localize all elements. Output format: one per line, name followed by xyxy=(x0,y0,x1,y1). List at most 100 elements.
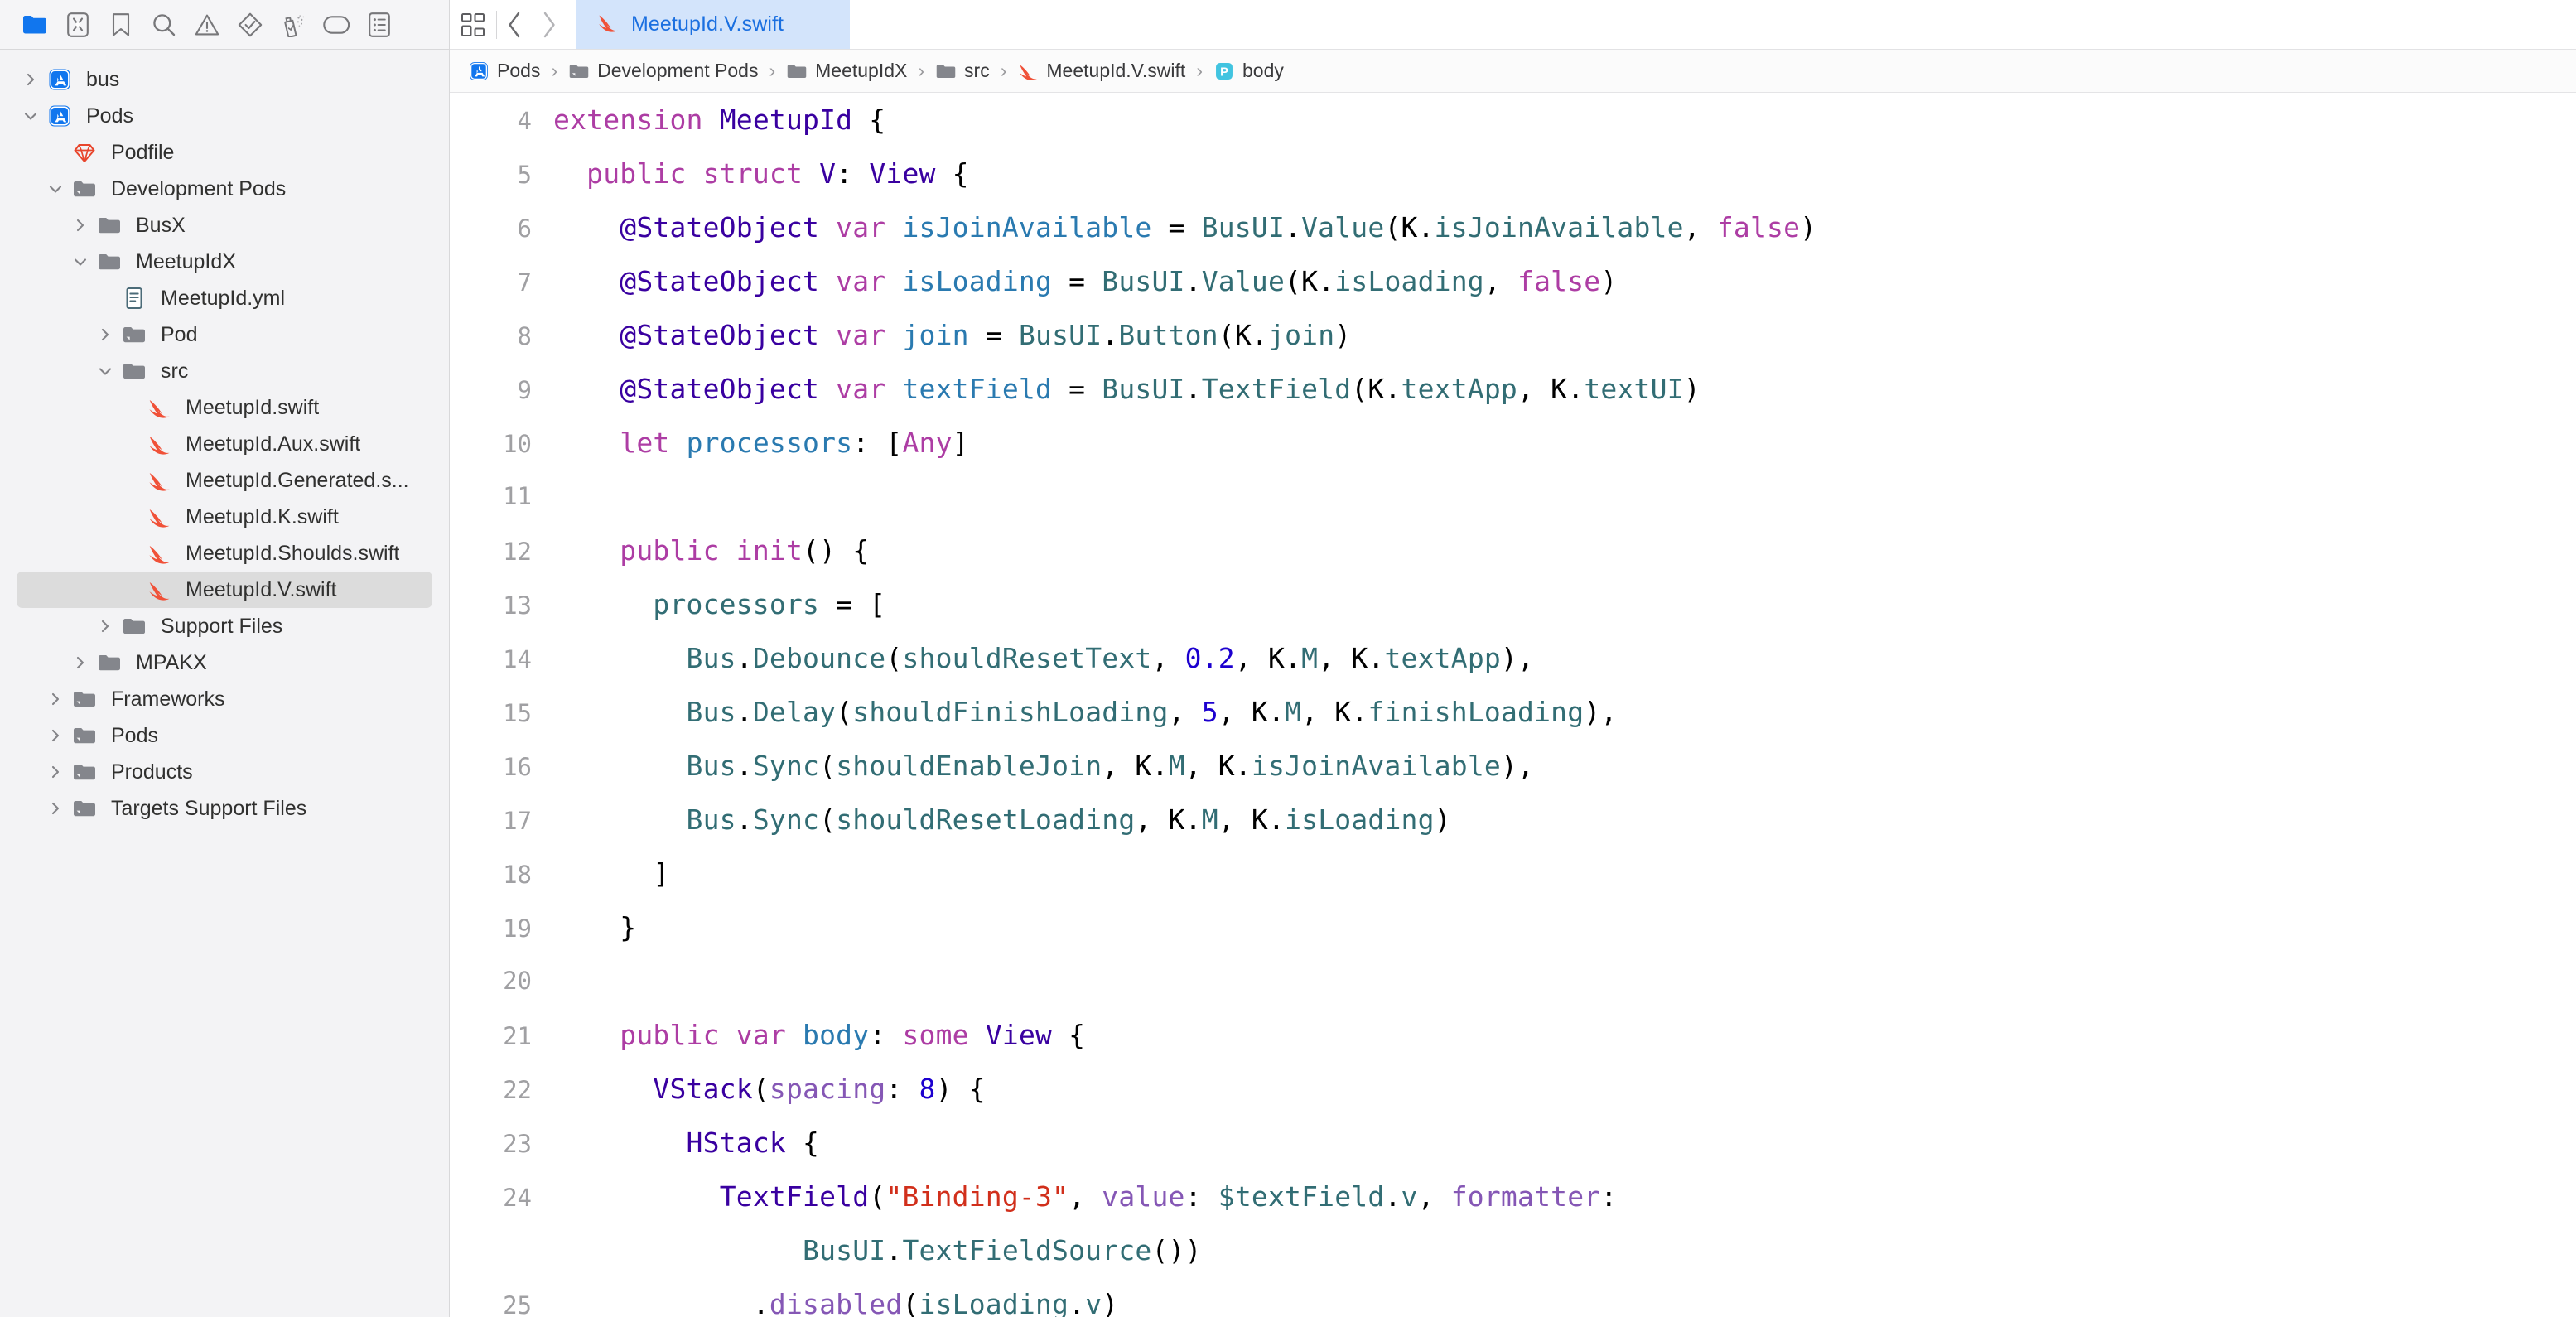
code-line[interactable]: 18 ] xyxy=(450,847,2576,900)
breadcrumb-item-meetupid-v-swift[interactable]: MeetupId.V.swift xyxy=(1017,60,1185,82)
grid-squares-icon[interactable] xyxy=(450,0,496,49)
tree-row-support-files[interactable]: Support Files xyxy=(0,608,449,644)
swift-file-icon xyxy=(1017,60,1039,82)
chevron-right-icon[interactable] xyxy=(43,800,68,817)
tree-row-pods[interactable]: Pods xyxy=(0,98,449,134)
chevron-right-icon[interactable] xyxy=(68,217,93,234)
tag-icon[interactable] xyxy=(315,6,358,44)
code-token: , xyxy=(1135,803,1169,836)
folder-icon xyxy=(93,249,126,274)
chevron-right-icon[interactable] xyxy=(43,691,68,707)
search-icon[interactable] xyxy=(142,6,186,44)
breadcrumb-item-meetupidx[interactable]: MeetupIdX xyxy=(786,60,907,82)
tree-row-mpakx[interactable]: MPAKX xyxy=(0,644,449,681)
line-number: 9 xyxy=(517,376,532,404)
code-line[interactable]: 4 extension MeetupId { xyxy=(450,93,2576,147)
tree-row-products[interactable]: Products xyxy=(0,754,449,790)
tree-row-development-pods[interactable]: Development Pods xyxy=(0,171,449,207)
test-diamond-icon[interactable] xyxy=(229,6,272,44)
code-line[interactable]: 24 TextField("Binding-3", value: $textFi… xyxy=(450,1170,2576,1223)
breadcrumb-item-src[interactable]: src xyxy=(935,60,990,82)
tree-row-targets-support-files[interactable]: Targets Support Files xyxy=(0,790,449,827)
code-line[interactable]: 10 let processors: [Any] xyxy=(450,416,2576,470)
spray-can-icon[interactable] xyxy=(272,6,315,44)
code-line[interactable]: 8 @StateObject var join = BusUI.Button(K… xyxy=(450,308,2576,362)
code-line[interactable]: 14 Bus.Debounce(shouldResetText, 0.2, K.… xyxy=(450,631,2576,685)
code-line[interactable]: 13 processors = [ xyxy=(450,577,2576,631)
breadcrumb-item-development-pods[interactable]: Development Pods xyxy=(568,60,758,82)
tree-row-pod[interactable]: Pod xyxy=(0,316,449,353)
code-token: init xyxy=(736,534,803,567)
tree-row-meetupid-yml[interactable]: MeetupId.yml xyxy=(0,280,449,316)
code-line[interactable]: BusUI.TextFieldSource()) xyxy=(450,1223,2576,1277)
code-token: Debounce xyxy=(752,642,886,674)
breadcrumb-item-pods[interactable]: Pods xyxy=(468,60,540,82)
code-line[interactable]: 23 HStack { xyxy=(450,1116,2576,1170)
code-line[interactable]: 7 @StateObject var isLoading = BusUI.Val… xyxy=(450,254,2576,308)
chevron-right-icon[interactable] xyxy=(532,0,567,49)
project-navigator[interactable]: bus Pods Podfile Development Pods BusX Meetup… xyxy=(0,50,450,1317)
tree-row-pods[interactable]: Pods xyxy=(0,717,449,754)
code-token: spacing xyxy=(769,1073,886,1105)
tree-row-meetupid-generated-s[interactable]: MeetupId.Generated.s... xyxy=(0,462,449,499)
code-line[interactable]: 11 xyxy=(450,470,2576,523)
code-line[interactable]: 15 Bus.Delay(shouldFinishLoading, 5, K.M… xyxy=(450,685,2576,739)
tree-row-meetupidx[interactable]: MeetupIdX xyxy=(0,244,449,280)
tree-row-meetupid-v-swift[interactable]: MeetupId.V.swift xyxy=(17,572,432,608)
code-line[interactable]: 5 public struct V: View { xyxy=(450,147,2576,200)
chevron-down-icon[interactable] xyxy=(93,363,118,379)
chevron-down-icon[interactable] xyxy=(43,181,68,197)
tree-row-frameworks[interactable]: Frameworks xyxy=(0,681,449,717)
code-line[interactable]: 19 } xyxy=(450,900,2576,954)
tree-row-podfile[interactable]: Podfile xyxy=(0,134,449,171)
chevron-down-icon[interactable] xyxy=(18,108,43,124)
chevron-right-icon[interactable] xyxy=(93,618,118,634)
code-line-text: Bus.Sync(shouldEnableJoin, K.M, K.isJoin… xyxy=(553,739,2576,793)
chevron-down-icon[interactable] xyxy=(68,253,93,270)
tree-row-src[interactable]: src xyxy=(0,353,449,389)
code-line[interactable]: 6 @StateObject var isJoinAvailable = Bus… xyxy=(450,200,2576,254)
code-line[interactable]: 16 Bus.Sync(shouldEnableJoin, K.M, K.isJ… xyxy=(450,739,2576,793)
tab-meetupid-v-swift[interactable]: MeetupId.V.swift xyxy=(576,0,850,49)
code-token: isLoading xyxy=(1285,803,1435,836)
code-token: , xyxy=(1301,696,1335,728)
code-line[interactable]: 21 public var body: some View { xyxy=(450,1008,2576,1062)
bookmark-icon[interactable] xyxy=(99,6,142,44)
tree-row-label: Pods xyxy=(86,104,133,128)
chevron-right-icon[interactable] xyxy=(43,764,68,780)
code-line[interactable]: 25 .disabled(isLoading.v) xyxy=(450,1277,2576,1317)
tree-row-meetupid-shoulds-swift[interactable]: MeetupId.Shoulds.swift xyxy=(0,535,449,572)
chevron-right-icon[interactable] xyxy=(93,326,118,343)
code-line[interactable]: 9 @StateObject var textField = BusUI.Tex… xyxy=(450,362,2576,416)
source-control-icon[interactable] xyxy=(56,6,99,44)
tree-row-meetupid-k-swift[interactable]: MeetupId.K.swift xyxy=(0,499,449,535)
tree-row-busx[interactable]: BusX xyxy=(0,207,449,244)
chevron-right-icon[interactable] xyxy=(68,654,93,671)
tree-row-meetupid-aux-swift[interactable]: MeetupId.Aux.swift xyxy=(0,426,449,462)
code-token: . xyxy=(1184,803,1202,836)
code-line-text: @StateObject var join = BusUI.Button(K.j… xyxy=(553,308,2576,362)
tab-strip: MeetupId.V.swift xyxy=(576,0,850,49)
code-line[interactable]: 22 VStack(spacing: 8) { xyxy=(450,1062,2576,1116)
chevron-left-icon[interactable] xyxy=(497,0,532,49)
breadcrumb[interactable]: Pods › Development Pods › MeetupIdX › src › Meet… xyxy=(450,50,2576,93)
chevron-right-icon[interactable] xyxy=(43,727,68,744)
folder-icon[interactable] xyxy=(13,6,56,44)
tree-row-meetupid-swift[interactable]: MeetupId.swift xyxy=(0,389,449,426)
warning-triangle-icon[interactable] xyxy=(186,6,229,44)
code-line[interactable]: 20 xyxy=(450,954,2576,1008)
code-token: public xyxy=(620,534,720,567)
report-list-icon[interactable] xyxy=(358,6,401,44)
code-token: K xyxy=(1234,319,1252,351)
swift-file-icon xyxy=(142,395,176,420)
breadcrumb-item-body[interactable]: Pbody xyxy=(1213,60,1284,82)
chevron-right-icon[interactable] xyxy=(18,71,43,88)
code-view[interactable]: 4 extension MeetupId {5 public struct V: … xyxy=(450,93,2576,1317)
code-line[interactable]: 12 public init() { xyxy=(450,523,2576,577)
tree-row-bus[interactable]: bus xyxy=(0,61,449,98)
source-editor: Pods › Development Pods › MeetupIdX › src › Meet… xyxy=(450,50,2576,1317)
code-line[interactable]: 17 Bus.Sync(shouldResetLoading, K.M, K.i… xyxy=(450,793,2576,847)
